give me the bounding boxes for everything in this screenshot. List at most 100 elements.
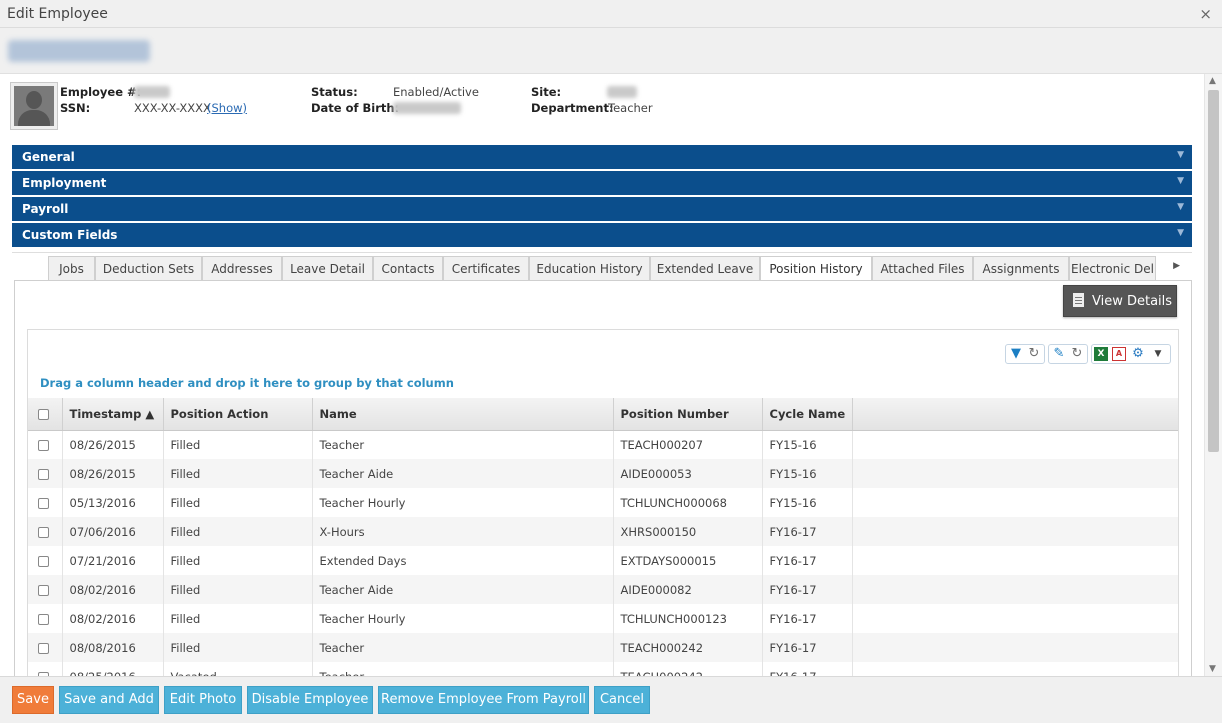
section-general-label: General — [22, 150, 75, 164]
row-select-cell — [28, 633, 63, 662]
row-checkbox[interactable] — [38, 642, 49, 654]
cell-cycle-name: FY16-17 — [762, 546, 853, 575]
save-button[interactable]: Save — [12, 686, 54, 714]
tab-assignments[interactable]: Assignments — [973, 256, 1069, 281]
cell-position-action: Filled — [163, 430, 313, 459]
table-row[interactable]: 07/21/2016 Filled Extended Days EXTDAYS0… — [28, 546, 1178, 575]
tab-leave-detail[interactable]: Leave Detail — [282, 256, 373, 281]
tab-certificates[interactable]: Certificates — [443, 256, 529, 281]
cell-timestamp: 08/02/2016 — [62, 575, 164, 604]
vertical-scrollbar[interactable]: ▲ ▼ — [1204, 74, 1222, 676]
table-row[interactable]: 05/13/2016 Filled Teacher Hourly TCHLUNC… — [28, 488, 1178, 517]
row-checkbox[interactable] — [38, 497, 49, 509]
column-header-position-number[interactable]: Position Number — [613, 398, 763, 431]
column-header-cycle-name[interactable]: Cycle Name — [762, 398, 853, 431]
settings-gear-icon[interactable]: ⚙ — [1130, 346, 1146, 362]
tab-extended-leave[interactable]: Extended Leave — [650, 256, 760, 281]
employee-number-redacted — [134, 86, 170, 98]
refresh-filter-icon[interactable]: ↻ — [1026, 346, 1042, 362]
dialog-footer: Save Save and Add Edit Photo Disable Emp… — [0, 676, 1222, 723]
cell-name: Teacher Aide — [312, 575, 614, 604]
section-employment[interactable]: Employment ▼ — [12, 171, 1192, 195]
tab-education-history[interactable]: Education History — [529, 256, 650, 281]
filter-icon[interactable]: ▼ — [1008, 346, 1024, 362]
row-checkbox[interactable] — [38, 613, 49, 625]
tab-jobs[interactable]: Jobs — [48, 256, 95, 281]
cell-filler — [852, 575, 1178, 604]
section-custom-fields[interactable]: Custom Fields ▼ — [12, 223, 1192, 247]
view-details-button[interactable]: View Details — [1063, 285, 1177, 317]
cell-position-number: EXTDAYS000015 — [613, 546, 763, 575]
table-row[interactable]: 08/26/2015 Filled Teacher TEACH000207 FY… — [28, 430, 1178, 459]
cell-filler — [852, 459, 1178, 488]
cell-timestamp: 07/06/2016 — [62, 517, 164, 546]
remove-from-payroll-button[interactable]: Remove Employee From Payroll — [378, 686, 589, 714]
dob-redacted — [393, 102, 461, 114]
column-header-name[interactable]: Name — [312, 398, 614, 431]
refresh-columns-icon[interactable]: ↻ — [1069, 346, 1085, 362]
section-payroll[interactable]: Payroll ▼ — [12, 197, 1192, 221]
scroll-up-icon[interactable]: ▲ — [1209, 76, 1216, 86]
tab-electronic-delivery[interactable]: Electronic Del — [1069, 256, 1156, 281]
cell-position-number: TEACH000207 — [613, 430, 763, 459]
row-checkbox[interactable] — [38, 526, 49, 538]
table-row[interactable]: 08/26/2015 Filled Teacher Aide AIDE00005… — [28, 459, 1178, 488]
column-header-position-action[interactable]: Position Action — [163, 398, 313, 431]
select-all-cell — [28, 398, 63, 431]
save-and-add-button[interactable]: Save and Add — [59, 686, 159, 714]
table-row[interactable]: 08/08/2016 Filled Teacher TEACH000242 FY… — [28, 633, 1178, 662]
cell-position-number: TCHLUNCH000068 — [613, 488, 763, 517]
table-row[interactable]: 08/25/2016 Vacated Teacher TEACH000242 F… — [28, 662, 1178, 676]
close-icon[interactable]: × — [1199, 5, 1212, 23]
scrollbar-thumb[interactable] — [1208, 90, 1219, 452]
excel-export-icon[interactable]: X — [1094, 347, 1108, 361]
cell-timestamp: 08/26/2015 — [62, 459, 164, 488]
scroll-down-icon[interactable]: ▼ — [1209, 664, 1216, 674]
cell-position-number: AIDE000053 — [613, 459, 763, 488]
document-icon — [1073, 293, 1084, 307]
cell-position-action: Vacated — [163, 662, 313, 676]
cell-position-action: Filled — [163, 459, 313, 488]
row-select-cell — [28, 546, 63, 575]
table-row[interactable]: 08/02/2016 Filled Teacher Hourly TCHLUNC… — [28, 604, 1178, 633]
cell-position-action: Filled — [163, 517, 313, 546]
pdf-export-icon[interactable]: A — [1112, 347, 1126, 361]
ssn-show-link[interactable]: (Show) — [207, 101, 247, 115]
disable-employee-button[interactable]: Disable Employee — [247, 686, 373, 714]
cell-filler — [852, 604, 1178, 633]
select-all-checkbox[interactable] — [38, 408, 49, 420]
cell-cycle-name: FY15-16 — [762, 459, 853, 488]
tab-attached-files[interactable]: Attached Files — [872, 256, 973, 281]
tab-position-history[interactable]: Position History — [760, 256, 872, 282]
tab-scroll-right-icon[interactable]: ▶ — [1173, 261, 1180, 271]
cell-timestamp: 07/21/2016 — [62, 546, 164, 575]
cancel-button[interactable]: Cancel — [594, 686, 650, 714]
cell-cycle-name: FY15-16 — [762, 430, 853, 459]
tab-addresses[interactable]: Addresses — [202, 256, 282, 281]
row-checkbox[interactable] — [38, 555, 49, 567]
table-row[interactable]: 08/02/2016 Filled Teacher Aide AIDE00008… — [28, 575, 1178, 604]
tab-contacts[interactable]: Contacts — [373, 256, 443, 281]
tab-deduction-sets[interactable]: Deduction Sets — [95, 256, 202, 281]
status-value: Enabled/Active — [393, 85, 479, 99]
row-checkbox[interactable] — [38, 439, 49, 451]
employee-name-bar — [0, 28, 1222, 74]
table-header-row: Timestamp ▲ Position Action Name Positio… — [28, 398, 1178, 431]
edit-photo-button[interactable]: Edit Photo — [164, 686, 242, 714]
column-header-timestamp[interactable]: Timestamp ▲ — [62, 398, 164, 431]
row-checkbox[interactable] — [38, 584, 49, 596]
cell-timestamp: 05/13/2016 — [62, 488, 164, 517]
dialog-title: Edit Employee — [7, 6, 108, 22]
chevron-down-icon[interactable]: ▼ — [1150, 346, 1166, 362]
export-group: X A ⚙ ▼ — [1091, 344, 1171, 364]
wrench-icon[interactable]: ✎ — [1051, 346, 1067, 362]
cell-name: Teacher — [312, 633, 614, 662]
cell-position-action: Filled — [163, 575, 313, 604]
table-row[interactable]: 07/06/2016 Filled X-Hours XHRS000150 FY1… — [28, 517, 1178, 546]
row-select-cell — [28, 604, 63, 633]
cell-cycle-name: FY16-17 — [762, 633, 853, 662]
section-general[interactable]: General ▼ — [12, 145, 1192, 169]
status-label: Status: — [311, 85, 358, 99]
row-checkbox[interactable] — [38, 468, 49, 480]
employee-info: Employee #: SSN: XXX-XX-XXXX (Show) Stat… — [10, 82, 1190, 142]
